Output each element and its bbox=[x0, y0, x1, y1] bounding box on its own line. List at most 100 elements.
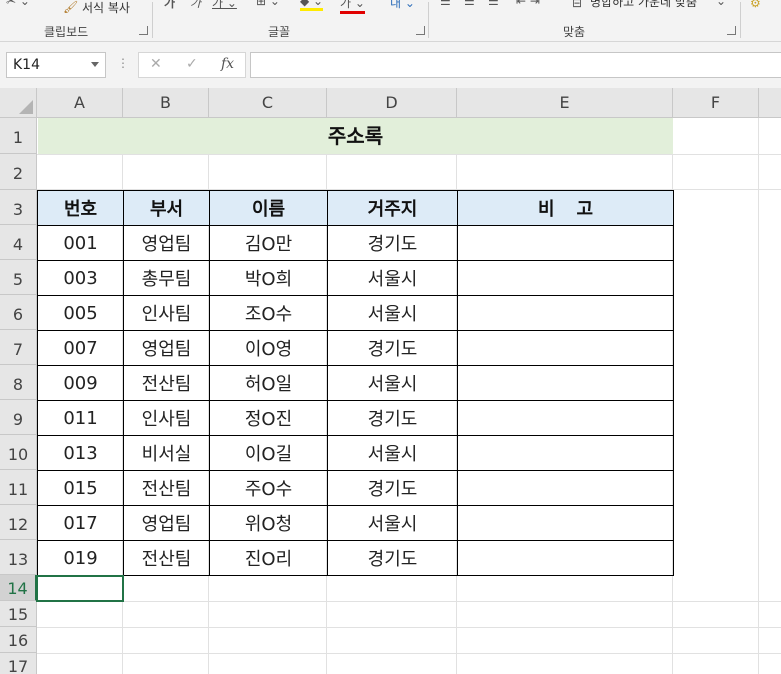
cell-address[interactable]: 서울시 bbox=[327, 435, 458, 471]
font-color-icon[interactable]: 가 ⌄ bbox=[340, 0, 365, 14]
column-header-e[interactable]: E bbox=[457, 88, 673, 118]
cell-name[interactable]: 허O일 bbox=[209, 365, 328, 401]
cell-name[interactable]: 위O청 bbox=[209, 505, 328, 541]
cell-number[interactable]: 001 bbox=[37, 225, 124, 261]
row-header-9[interactable]: 9 bbox=[0, 400, 37, 435]
sheet-title[interactable]: 주소록 bbox=[38, 118, 673, 154]
column-header-g[interactable] bbox=[759, 88, 781, 118]
column-header-c[interactable]: C bbox=[209, 88, 327, 118]
confirm-icon[interactable]: ✓ bbox=[186, 56, 198, 72]
cell-address[interactable]: 경기도 bbox=[327, 225, 458, 261]
cell-remark[interactable] bbox=[457, 400, 674, 436]
cell-remark[interactable] bbox=[457, 330, 674, 366]
column-header-b[interactable]: B bbox=[123, 88, 209, 118]
merge-dropdown-icon[interactable]: ⌄ bbox=[716, 0, 726, 8]
cell-name[interactable]: 주O수 bbox=[209, 470, 328, 506]
row-header-13[interactable]: 13 bbox=[0, 540, 37, 575]
row-header-1[interactable]: 1 bbox=[0, 118, 37, 154]
cell-name[interactable]: 조O수 bbox=[209, 295, 328, 331]
cell-number[interactable]: 003 bbox=[37, 260, 124, 296]
clipboard-launcher-icon[interactable] bbox=[139, 26, 148, 35]
select-all-button[interactable] bbox=[0, 88, 37, 118]
border-icon[interactable]: ⊞ ⌄ bbox=[256, 0, 280, 8]
header-name[interactable]: 이름 bbox=[209, 190, 328, 226]
cell-number[interactable]: 015 bbox=[37, 470, 124, 506]
cancel-icon[interactable]: ✕ bbox=[150, 56, 162, 72]
indent-icon[interactable]: ⇤ ⇥ bbox=[516, 0, 540, 8]
bold-icon[interactable]: 가 bbox=[164, 0, 175, 11]
cell-number[interactable]: 011 bbox=[37, 400, 124, 436]
align-center-icon[interactable]: ☰ bbox=[464, 0, 475, 8]
align-left-icon[interactable]: ☰ bbox=[440, 0, 451, 8]
header-remark[interactable]: 비고 bbox=[457, 190, 674, 226]
cell-address[interactable]: 서울시 bbox=[327, 365, 458, 401]
row-header-12[interactable]: 12 bbox=[0, 505, 37, 540]
cell-address[interactable]: 경기도 bbox=[327, 330, 458, 366]
row-header-17[interactable]: 17 bbox=[0, 653, 37, 674]
cell-dept[interactable]: 영업팀 bbox=[123, 330, 210, 366]
number-format-icon[interactable]: ⚙ bbox=[750, 0, 761, 10]
row-header-5[interactable]: 5 bbox=[0, 260, 37, 295]
row-header-14[interactable]: 14 bbox=[0, 575, 37, 601]
cell-dept[interactable]: 영업팀 bbox=[123, 505, 210, 541]
cell-dept[interactable]: 전산팀 bbox=[123, 540, 210, 576]
row-header-2[interactable]: 2 bbox=[0, 154, 37, 190]
underline-icon[interactable]: 가 ⌄ bbox=[212, 0, 237, 11]
cell-remark[interactable] bbox=[457, 470, 674, 506]
cell-remark[interactable] bbox=[457, 295, 674, 331]
font-launcher-icon[interactable] bbox=[416, 26, 425, 35]
cell-number[interactable]: 009 bbox=[37, 365, 124, 401]
column-header-f[interactable]: F bbox=[673, 88, 759, 118]
header-number[interactable]: 번호 bbox=[37, 190, 124, 226]
row-header-7[interactable]: 7 bbox=[0, 330, 37, 365]
cell-remark[interactable] bbox=[457, 260, 674, 296]
cell-address[interactable]: 서울시 bbox=[327, 505, 458, 541]
name-box[interactable]: K14 bbox=[6, 52, 106, 78]
cell-dept[interactable]: 총무팀 bbox=[123, 260, 210, 296]
row-header-16[interactable]: 16 bbox=[0, 627, 37, 653]
italic-icon[interactable]: 가 bbox=[190, 0, 201, 11]
header-address[interactable]: 거주지 bbox=[327, 190, 458, 226]
format-painter-icon[interactable]: 🖌 bbox=[63, 0, 78, 14]
formula-input[interactable] bbox=[250, 52, 781, 78]
cell-number[interactable]: 017 bbox=[37, 505, 124, 541]
alignment-launcher-icon[interactable] bbox=[727, 26, 736, 35]
cell-dept[interactable]: 영업팀 bbox=[123, 225, 210, 261]
cell-name[interactable]: 이O길 bbox=[209, 435, 328, 471]
cell-address[interactable]: 경기도 bbox=[327, 540, 458, 576]
cell-address[interactable]: 서울시 bbox=[327, 295, 458, 331]
align-right-icon[interactable]: ☰ bbox=[488, 0, 499, 8]
row-header-10[interactable]: 10 bbox=[0, 435, 37, 470]
cell-remark[interactable] bbox=[457, 365, 674, 401]
cell-number[interactable]: 007 bbox=[37, 330, 124, 366]
cell-address[interactable]: 서울시 bbox=[327, 260, 458, 296]
drag-handle-icon[interactable]: ⋮ bbox=[117, 56, 129, 70]
row-header-4[interactable]: 4 bbox=[0, 225, 37, 260]
cell-name[interactable]: 김O만 bbox=[209, 225, 328, 261]
cell-address[interactable]: 경기도 bbox=[327, 400, 458, 436]
row-header-11[interactable]: 11 bbox=[0, 470, 37, 505]
insert-function-icon[interactable]: fx bbox=[221, 56, 234, 72]
row-header-15[interactable]: 15 bbox=[0, 601, 37, 627]
selected-cell-cursor[interactable] bbox=[36, 575, 124, 602]
cut-icon[interactable]: ✂ ⌄ bbox=[6, 0, 30, 8]
cell-name[interactable]: 이O영 bbox=[209, 330, 328, 366]
cell-dept[interactable]: 비서실 bbox=[123, 435, 210, 471]
worksheet-grid[interactable]: A B C D E F 1 2 3 4 5 6 7 8 9 10 11 12 1… bbox=[0, 88, 781, 674]
cell-remark[interactable] bbox=[457, 505, 674, 541]
fill-color-icon[interactable]: ◆ ⌄ bbox=[300, 0, 324, 11]
row-header-3[interactable]: 3 bbox=[0, 190, 37, 225]
chevron-down-icon[interactable] bbox=[91, 62, 99, 67]
cell-name[interactable]: 정O진 bbox=[209, 400, 328, 436]
column-header-d[interactable]: D bbox=[327, 88, 457, 118]
cell-address[interactable]: 경기도 bbox=[327, 470, 458, 506]
header-dept[interactable]: 부서 bbox=[123, 190, 210, 226]
column-header-a[interactable]: A bbox=[37, 88, 123, 118]
merge-center-button[interactable]: 병합하고 가운데 맞춤 bbox=[590, 0, 697, 10]
cell-dept[interactable]: 전산팀 bbox=[123, 470, 210, 506]
row-header-8[interactable]: 8 bbox=[0, 365, 37, 400]
cell-dept[interactable]: 전산팀 bbox=[123, 365, 210, 401]
cell-remark[interactable] bbox=[457, 540, 674, 576]
format-painter-button[interactable]: 서식 복사 bbox=[82, 0, 130, 16]
cell-dept[interactable]: 인사팀 bbox=[123, 400, 210, 436]
